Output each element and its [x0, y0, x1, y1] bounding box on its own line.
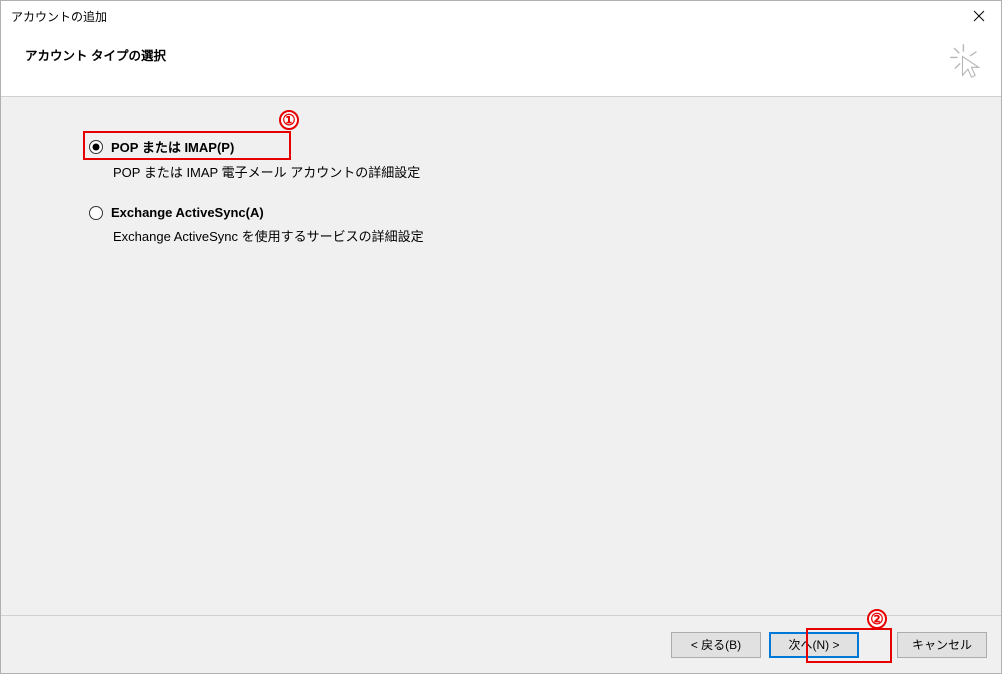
wizard-footer: < 戻る(B) 次へ(N) > キャンセル: [1, 615, 1001, 673]
cursor-decoration-icon: [949, 43, 985, 79]
radio-pop-imap[interactable]: [89, 140, 103, 154]
close-button[interactable]: [956, 1, 1001, 31]
close-icon: [973, 10, 985, 22]
option-eas-label: Exchange ActiveSync(A): [111, 205, 264, 220]
page-heading: アカウント タイプの選択: [25, 45, 1001, 64]
annotation-marker-2: ②: [867, 609, 887, 629]
option-pop-imap-head: POP または IMAP(P): [89, 137, 1001, 156]
window-title: アカウントの追加: [11, 8, 107, 25]
option-pop-imap-label: POP または IMAP(P): [111, 137, 234, 156]
content-area: POP または IMAP(P) POP または IMAP 電子メール アカウント…: [1, 97, 1001, 615]
back-button[interactable]: < 戻る(B): [671, 632, 761, 658]
option-eas-desc: Exchange ActiveSync を使用するサービスの詳細設定: [113, 226, 1001, 245]
wizard-header: アカウント タイプの選択: [1, 31, 1001, 97]
cancel-button[interactable]: キャンセル: [897, 632, 987, 658]
next-button[interactable]: 次へ(N) >: [769, 632, 859, 658]
option-exchange-activesync[interactable]: Exchange ActiveSync(A) Exchange ActiveSy…: [89, 205, 1001, 245]
radio-eas[interactable]: [89, 206, 103, 220]
account-type-options: POP または IMAP(P) POP または IMAP 電子メール アカウント…: [89, 137, 1001, 245]
option-eas-head: Exchange ActiveSync(A): [89, 205, 1001, 220]
option-pop-imap[interactable]: POP または IMAP(P) POP または IMAP 電子メール アカウント…: [89, 137, 1001, 181]
option-pop-imap-desc: POP または IMAP 電子メール アカウントの詳細設定: [113, 162, 1001, 181]
titlebar: アカウントの追加: [1, 1, 1001, 31]
annotation-marker-1: ①: [279, 110, 299, 130]
